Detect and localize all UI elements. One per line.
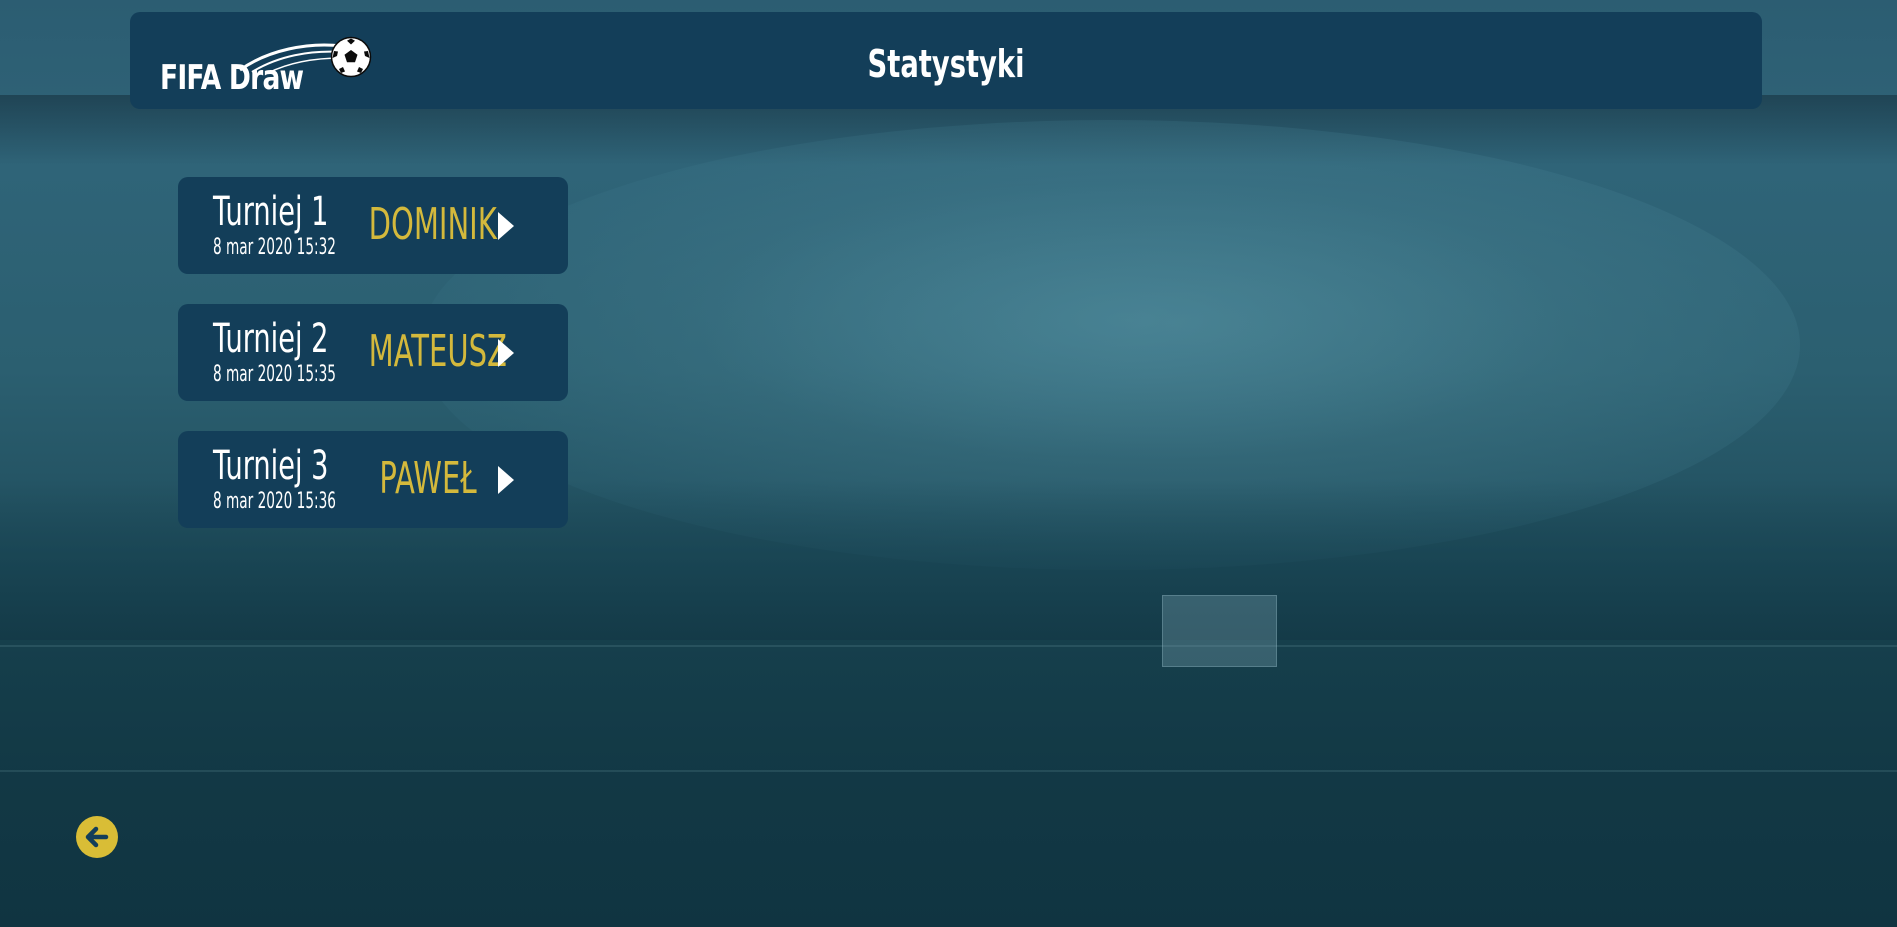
- play-arrow-icon[interactable]: [496, 464, 516, 496]
- back-button[interactable]: [76, 816, 118, 858]
- arrow-left-icon: [85, 826, 109, 848]
- stadium-sky: [420, 120, 1800, 570]
- tournament-card[interactable]: Turniej 3 8 mar 2020 15:36 PAWEŁ: [178, 431, 568, 528]
- tournament-card[interactable]: Turniej 2 8 mar 2020 15:35 MATEUSZ: [178, 304, 568, 401]
- play-arrow-icon[interactable]: [496, 337, 516, 369]
- stadium-screen: [1162, 595, 1277, 667]
- tournament-date: 8 mar 2020 15:35: [213, 362, 336, 387]
- tournament-name: Turniej 3: [213, 443, 329, 489]
- tournament-card[interactable]: Turniej 1 8 mar 2020 15:32 DOMINIK: [178, 177, 568, 274]
- page-title: Statystyki: [867, 42, 1025, 86]
- stadium-rail: [0, 645, 1897, 647]
- play-arrow-icon[interactable]: [496, 210, 516, 242]
- tournament-winner: DOMINIK: [368, 199, 497, 250]
- tournament-name: Turniej 2: [213, 316, 329, 362]
- tournament-winner: PAWEŁ: [379, 453, 477, 504]
- stadium-stands-lower: [0, 640, 1897, 927]
- app-logo[interactable]: FIFA Draw: [160, 24, 380, 104]
- tournament-date: 8 mar 2020 15:36: [213, 489, 336, 514]
- app-header: FIFA Draw Statystyki: [130, 12, 1762, 109]
- tournament-winner: MATEUSZ: [368, 326, 507, 377]
- tournament-date: 8 mar 2020 15:32: [213, 235, 336, 260]
- logo-text: FIFA Draw: [160, 58, 304, 98]
- stadium-rail: [0, 770, 1897, 772]
- tournament-name: Turniej 1: [213, 189, 329, 235]
- tournament-list: Turniej 1 8 mar 2020 15:32 DOMINIK Turni…: [178, 177, 568, 558]
